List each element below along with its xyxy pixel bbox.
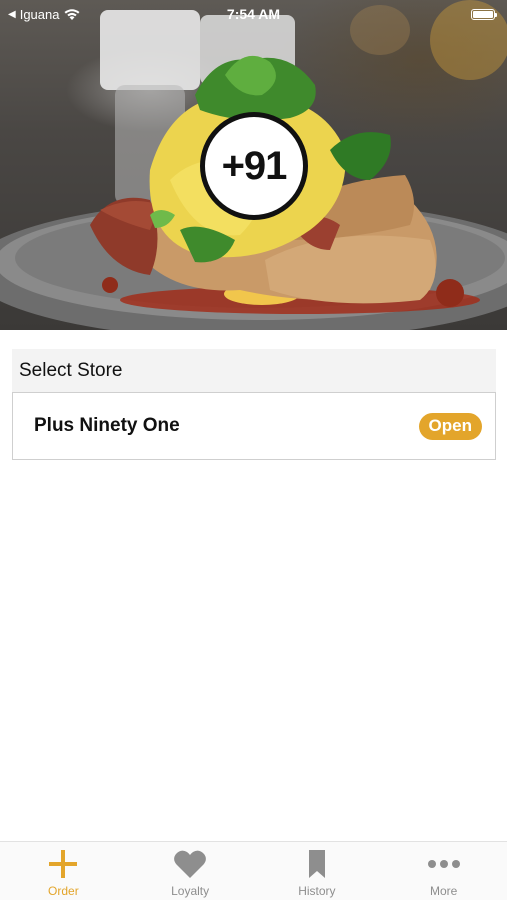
- tab-more[interactable]: More: [380, 842, 507, 900]
- store-name: Plus Ninety One: [34, 415, 180, 436]
- tab-label-history: History: [298, 884, 336, 898]
- select-store-header: Select Store: [12, 349, 496, 392]
- tab-order[interactable]: Order: [0, 842, 127, 900]
- store-status-badge: Open: [418, 412, 482, 440]
- brand-logo: +91: [200, 112, 308, 220]
- tab-loyalty[interactable]: Loyalty: [127, 842, 254, 900]
- wifi-icon: [64, 8, 80, 20]
- back-app-label: Iguana: [19, 6, 60, 22]
- store-row[interactable]: Plus Ninety One Open: [12, 392, 496, 460]
- heart-icon: [173, 848, 207, 880]
- bookmark-icon: [300, 848, 334, 880]
- more-dots-icon: [427, 848, 461, 880]
- status-bar: ◀ Iguana 7:54 AM: [0, 0, 507, 28]
- tab-label-loyalty: Loyalty: [171, 884, 210, 898]
- back-arrow-icon: ◀: [8, 8, 16, 20]
- battery-icon: [471, 8, 497, 20]
- tab-label-more: More: [429, 884, 458, 898]
- plus-icon: [46, 848, 80, 880]
- back-to-app[interactable]: ◀ Iguana: [8, 7, 81, 22]
- tab-label-order: Order: [48, 884, 79, 898]
- tab-bar: Order Loyalty History More: [0, 841, 507, 900]
- tab-history[interactable]: History: [254, 842, 381, 900]
